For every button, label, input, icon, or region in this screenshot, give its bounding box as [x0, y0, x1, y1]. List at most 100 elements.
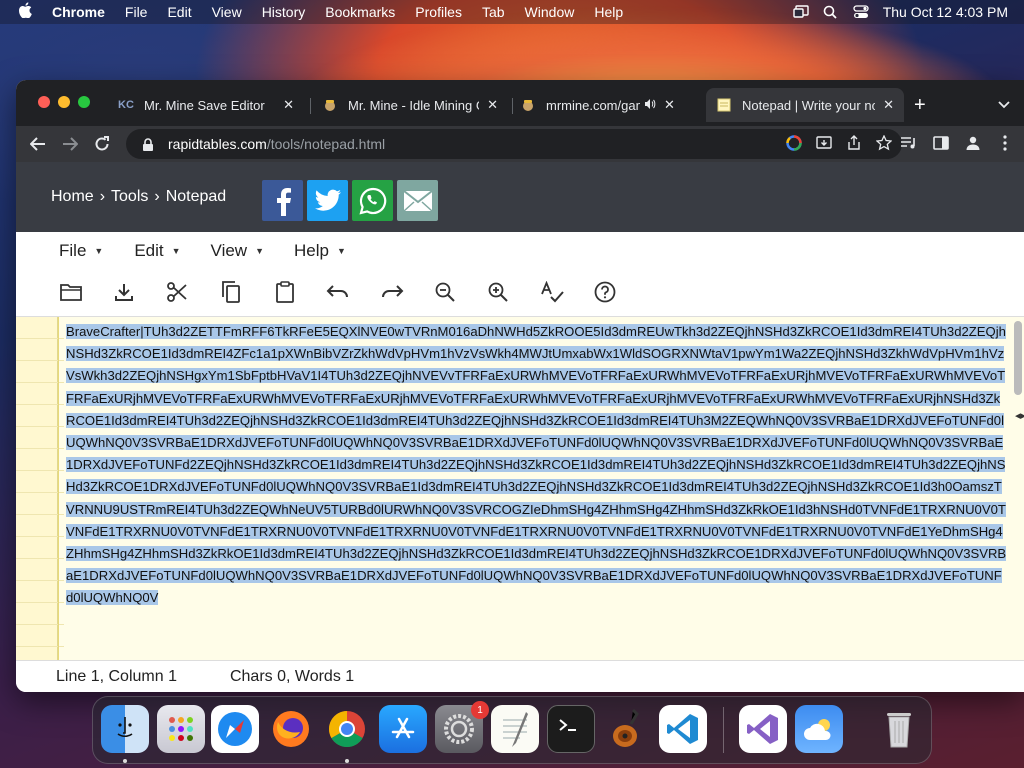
- status-bar: Line 1, Column 1 Chars 0, Words 1: [16, 660, 1024, 692]
- notepad-menu-view[interactable]: View ▼: [211, 241, 264, 261]
- close-window-button[interactable]: [38, 96, 50, 108]
- close-tab-icon[interactable]: ✕: [883, 97, 894, 113]
- menu-view[interactable]: View: [212, 4, 242, 20]
- close-tab-icon[interactable]: ✕: [664, 97, 675, 113]
- kc-favicon-icon: KC: [118, 99, 134, 111]
- tab-title: mrmine.com/game/: [546, 97, 640, 113]
- visual-studio-icon[interactable]: [739, 705, 787, 753]
- char-word-count: Chars 0, Words 1: [229, 667, 355, 685]
- close-tab-icon[interactable]: ✕: [283, 97, 294, 113]
- cut-scissors-icon[interactable]: [163, 278, 191, 306]
- window-controls: [38, 96, 90, 108]
- google-lens-icon[interactable]: [786, 135, 802, 151]
- bookmark-star-icon[interactable]: [875, 134, 893, 151]
- share-icon[interactable]: [846, 135, 862, 151]
- notepad-menu-bar: File ▼ Edit ▼ View ▼ Help ▼: [16, 232, 1024, 270]
- undo-icon[interactable]: [324, 278, 352, 306]
- spellcheck-icon[interactable]: [538, 278, 566, 306]
- app-store-icon[interactable]: [379, 705, 427, 753]
- breadcrumb-home-link[interactable]: Home: [51, 188, 94, 206]
- editor-scrollbar[interactable]: [1014, 321, 1022, 395]
- system-settings-icon[interactable]: 1: [435, 701, 489, 753]
- fullscreen-window-button[interactable]: [78, 96, 90, 108]
- tab-title: Mr. Mine Save Editor: [144, 97, 265, 113]
- resize-handle-icon[interactable]: ◂▸: [1015, 409, 1024, 422]
- menu-edit[interactable]: Edit: [167, 4, 191, 20]
- help-circle-icon[interactable]: [591, 278, 619, 306]
- notepad-editor: BraveCrafter|TUh3d2ZETTFmRFF6TkRFeE5EQXl…: [16, 316, 1024, 661]
- menubar-clock[interactable]: Thu Oct 12 4:03 PM: [883, 4, 1008, 20]
- kebab-menu-icon[interactable]: [996, 134, 1014, 152]
- menu-window[interactable]: Window: [525, 4, 575, 20]
- menu-bookmarks[interactable]: Bookmarks: [325, 4, 395, 20]
- side-panel-icon[interactable]: [932, 134, 950, 152]
- menu-profiles[interactable]: Profiles: [415, 4, 462, 20]
- reload-icon[interactable]: [92, 134, 112, 154]
- forward-arrow-icon[interactable]: [60, 134, 80, 154]
- miner-favicon-icon: [520, 97, 536, 113]
- apple-icon[interactable]: [18, 1, 38, 23]
- notepad-menu-help[interactable]: Help ▼: [294, 241, 346, 261]
- tab-title: Mr. Mine - Idle Mining Game: [348, 97, 479, 113]
- trash-icon[interactable]: [875, 705, 923, 753]
- breadcrumb-notepad-link[interactable]: Notepad: [166, 188, 227, 206]
- open-folder-icon[interactable]: [57, 278, 85, 306]
- screen-mirroring-icon[interactable]: [793, 5, 809, 19]
- textedit-icon[interactable]: [491, 705, 539, 753]
- address-bar[interactable]: rapidtables.com/tools/notepad.html: [126, 129, 902, 159]
- speaker-icon[interactable]: [644, 98, 656, 113]
- finder-icon[interactable]: [101, 705, 149, 753]
- menu-file[interactable]: File: [125, 4, 148, 20]
- email-icon[interactable]: [397, 180, 438, 221]
- redo-icon[interactable]: [378, 278, 406, 306]
- miner-favicon-icon: [322, 97, 338, 113]
- chrome-icon[interactable]: [323, 705, 371, 753]
- menu-history[interactable]: History: [262, 4, 306, 20]
- zoom-out-icon[interactable]: [431, 278, 459, 306]
- menu-app-name[interactable]: Chrome: [52, 4, 105, 20]
- whatsapp-icon[interactable]: [352, 180, 393, 221]
- terminal-icon[interactable]: [547, 705, 595, 753]
- control-center-icon[interactable]: [853, 5, 869, 19]
- breadcrumb-separator: ›: [99, 188, 106, 205]
- tab-mrmine-url[interactable]: mrmine.com/game/ ✕: [510, 88, 700, 122]
- notepad-textarea[interactable]: BraveCrafter|TUh3d2ZETTFmRFF6TkRFeE5EQXl…: [64, 319, 1009, 661]
- copy-icon[interactable]: [217, 278, 245, 306]
- menu-tab[interactable]: Tab: [482, 4, 505, 20]
- zoom-in-icon[interactable]: [484, 278, 512, 306]
- safari-icon[interactable]: [211, 705, 259, 753]
- notepad-menu-file[interactable]: File ▼: [59, 241, 103, 261]
- breadcrumb-separator: ›: [154, 188, 160, 205]
- install-app-icon[interactable]: [816, 135, 832, 151]
- download-icon[interactable]: [110, 278, 138, 306]
- firefox-icon[interactable]: [267, 705, 315, 753]
- twitter-icon[interactable]: [307, 180, 348, 221]
- tab-mr-mine-game[interactable]: Mr. Mine - Idle Mining Game ✕: [312, 88, 508, 122]
- minimize-window-button[interactable]: [58, 96, 70, 108]
- tab-title: Notepad | Write your notes: [742, 97, 875, 113]
- new-tab-icon[interactable]: +: [914, 94, 926, 117]
- breadcrumb-tools-link[interactable]: Tools: [111, 188, 148, 206]
- spotlight-search-icon[interactable]: [823, 5, 839, 19]
- cursor-position: Line 1, Column 1: [56, 667, 177, 685]
- facebook-icon[interactable]: [262, 180, 303, 221]
- garageband-icon[interactable]: [603, 705, 651, 753]
- notepad-toolbar: [16, 272, 1024, 314]
- profile-avatar-icon[interactable]: [964, 134, 982, 152]
- tab-notepad[interactable]: Notepad | Write your notes ✕: [706, 88, 904, 122]
- lock-icon[interactable]: [142, 138, 154, 151]
- close-tab-icon[interactable]: ✕: [487, 97, 498, 113]
- menu-help[interactable]: Help: [594, 4, 623, 20]
- weather-icon[interactable]: [795, 705, 843, 753]
- caret-down-icon: ▼: [171, 246, 181, 256]
- launchpad-icon[interactable]: [157, 705, 205, 753]
- share-buttons: [262, 180, 438, 221]
- tab-save-editor[interactable]: KC Mr. Mine Save Editor ✕: [108, 88, 304, 122]
- media-controls-icon[interactable]: [900, 134, 918, 152]
- tab-search-chevron-down-icon[interactable]: [998, 96, 1010, 112]
- notepad-favicon-icon: [716, 97, 732, 113]
- back-arrow-icon[interactable]: [28, 134, 48, 154]
- notepad-menu-edit[interactable]: Edit ▼: [134, 241, 180, 261]
- paste-clipboard-icon[interactable]: [271, 278, 299, 306]
- vscode-icon[interactable]: [659, 705, 707, 753]
